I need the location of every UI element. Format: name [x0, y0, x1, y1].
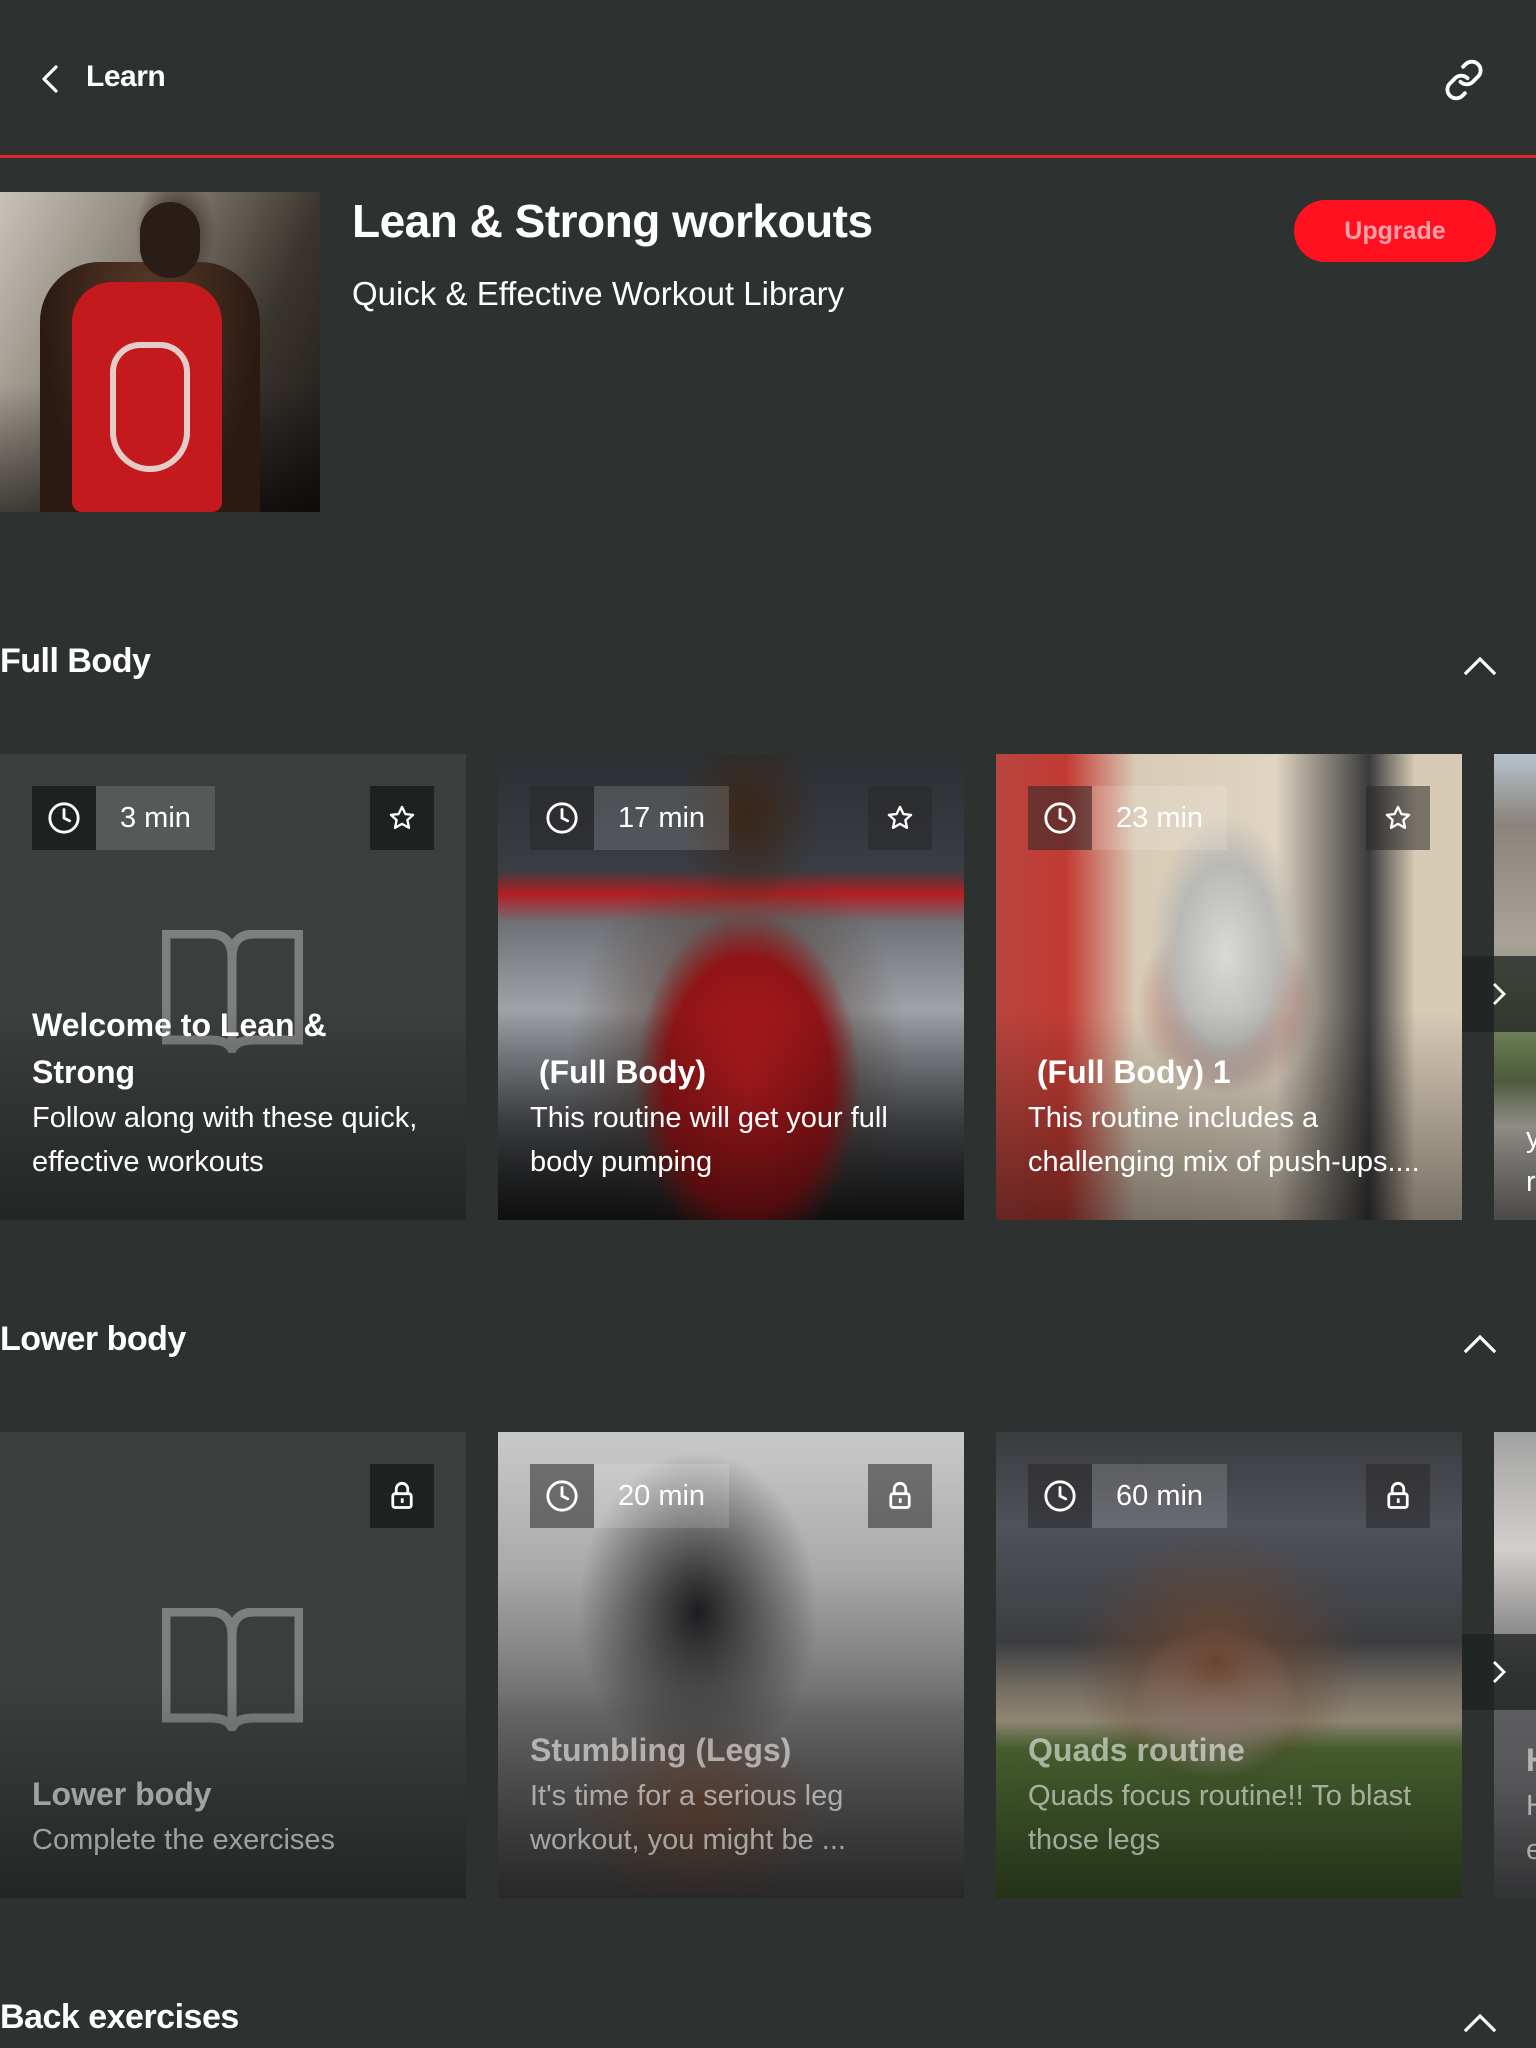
locked-indicator[interactable] [370, 1464, 434, 1528]
lower-body-carousel: Lower body Complete the exercises 20 min [0, 1432, 1536, 1898]
favorite-button[interactable] [868, 786, 932, 850]
duration-badge: 23 min [1028, 786, 1228, 850]
clock-icon [546, 1480, 578, 1512]
star-icon [887, 805, 913, 829]
card-title: (Full Body) [530, 1054, 706, 1090]
workout-card[interactable]: 60 min Quads routine Quads focus routine… [996, 1432, 1462, 1898]
workout-card[interactable]: 20 min Stumbling (Legs) It's time for a … [498, 1432, 964, 1898]
locked-indicator[interactable] [1366, 1464, 1430, 1528]
back-button[interactable] [30, 56, 70, 102]
program-subtitle: Quick & Effective Workout Library [352, 275, 845, 312]
clock-icon [48, 802, 80, 834]
locked-indicator[interactable] [868, 1464, 932, 1528]
clock-icon [546, 802, 578, 834]
workout-card[interactable]: 17 min (Full Body) This routine will get… [498, 754, 964, 1220]
favorite-button[interactable] [1366, 786, 1430, 850]
duration-label: 17 min [594, 786, 730, 850]
link-icon [1445, 59, 1483, 101]
chevron-left-icon [42, 65, 58, 93]
favorite-button[interactable] [370, 786, 434, 850]
card-description: This routine will get your full body pum… [530, 1102, 888, 1178]
chevron-up-icon [1463, 1334, 1497, 1354]
workout-card[interactable]: 3 min Welcome to Lean & Strong Follow al… [0, 754, 466, 1220]
clock-icon [1044, 1480, 1076, 1512]
duration-badge: 17 min [530, 786, 730, 850]
section-title-back-exercises: Back exercises [0, 1998, 239, 2036]
collapse-full-body-button[interactable] [1456, 641, 1504, 689]
card-title: (Full Body) 1 [1028, 1054, 1231, 1090]
chevron-up-icon [1463, 2013, 1497, 2033]
lock-icon [391, 1481, 413, 1509]
chevron-right-icon [1493, 1661, 1506, 1683]
duration-label: 60 min [1092, 1464, 1228, 1528]
card-title: Welcome to Lean & Strong [32, 1007, 327, 1090]
carousel-next-button[interactable] [1462, 1634, 1536, 1710]
card-title: Lower body [32, 1776, 212, 1812]
collapse-lower-body-button[interactable] [1456, 1319, 1504, 1367]
lock-icon [1387, 1481, 1409, 1509]
duration-badge: 60 min [1028, 1464, 1228, 1528]
star-icon [1385, 805, 1411, 829]
section-title-lower-body: Lower body [0, 1320, 186, 1358]
card-title-fragment: H [1526, 1737, 1536, 1784]
program-title: Lean & Strong workouts [352, 195, 873, 247]
chevron-up-icon [1463, 656, 1497, 676]
card-description: This routine includes a challenging mix … [1028, 1102, 1420, 1178]
lock-icon [889, 1481, 911, 1509]
program-cover-image [0, 192, 320, 512]
full-body-carousel: 3 min Welcome to Lean & Strong Follow al… [0, 754, 1536, 1220]
card-description: It's time for a serious leg workout, you… [530, 1780, 846, 1856]
clock-icon [1044, 802, 1076, 834]
duration-label: 3 min [96, 786, 215, 850]
back-label[interactable]: Learn [86, 60, 166, 94]
card-title: Stumbling (Legs) [530, 1732, 792, 1768]
workout-card[interactable]: 23 min (Full Body) 1 This routine includ… [996, 754, 1462, 1220]
duration-label: 20 min [594, 1464, 730, 1528]
card-description: Quads focus routine!! To blast those leg… [1028, 1780, 1412, 1856]
card-description-fragment: e [1526, 1834, 1536, 1866]
duration-badge: 20 min [530, 1464, 730, 1528]
share-link-button[interactable] [1436, 52, 1492, 108]
star-icon [389, 805, 415, 829]
card-description: Follow along with these quick, effective… [32, 1102, 418, 1178]
card-description-fragment: H [1526, 1784, 1536, 1828]
duration-badge: 3 min [32, 786, 215, 850]
card-description-fragment: r [1526, 1166, 1536, 1198]
card-description-fragment: y [1526, 1122, 1536, 1154]
chevron-right-icon [1493, 983, 1506, 1005]
workout-library-page: Learn Lean & Strong workouts Quick & Eff… [0, 0, 1536, 2048]
carousel-next-button[interactable] [1462, 956, 1536, 1032]
card-description: Complete the exercises [32, 1824, 336, 1856]
workout-card[interactable]: Lower body Complete the exercises [0, 1432, 466, 1898]
top-bar: Learn [0, 0, 1536, 158]
collapse-back-exercises-button[interactable] [1456, 1998, 1504, 2046]
upgrade-button[interactable]: Upgrade [1294, 200, 1496, 262]
section-title-full-body: Full Body [0, 642, 151, 680]
duration-label: 23 min [1092, 786, 1228, 850]
card-title: Quads routine [1028, 1732, 1245, 1768]
